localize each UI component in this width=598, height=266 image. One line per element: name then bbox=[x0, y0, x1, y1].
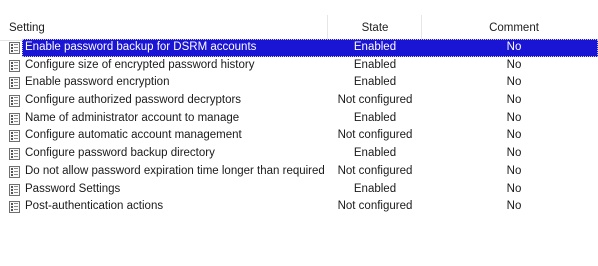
policy-settings-list: Enable password backup for DSRM accounts… bbox=[0, 39, 598, 216]
policy-setting-icon bbox=[9, 148, 20, 161]
setting-comment: No bbox=[506, 147, 522, 160]
top-strip bbox=[0, 0, 598, 15]
column-header-bar: Setting State Comment bbox=[0, 15, 598, 41]
setting-comment: No bbox=[506, 129, 522, 142]
table-row[interactable]: Configure password backup directory Enab… bbox=[0, 145, 598, 163]
table-row[interactable]: Configure authorized password decryptors… bbox=[0, 92, 598, 110]
table-row[interactable]: Enable password backup for DSRM accounts… bbox=[0, 39, 598, 57]
policy-setting-icon bbox=[9, 183, 20, 196]
setting-comment: No bbox=[506, 164, 522, 177]
policy-setting-icon bbox=[9, 42, 20, 54]
setting-name: Configure authorized password decryptors bbox=[25, 94, 242, 107]
setting-comment: No bbox=[506, 58, 522, 71]
table-row[interactable]: Password Settings Enabled No bbox=[0, 181, 598, 199]
column-header-comment[interactable]: Comment bbox=[422, 15, 598, 40]
setting-comment: No bbox=[506, 200, 522, 213]
table-row[interactable]: Post-authentication actions Not configur… bbox=[0, 198, 598, 216]
setting-comment: No bbox=[506, 111, 522, 124]
column-header-setting[interactable]: Setting bbox=[9, 15, 45, 40]
table-row[interactable]: Configure size of encrypted password his… bbox=[0, 57, 598, 75]
setting-name: Do not allow password expiration time lo… bbox=[25, 164, 327, 177]
policy-setting-icon bbox=[9, 112, 20, 125]
setting-name: Password Settings bbox=[25, 182, 121, 195]
setting-comment: No bbox=[506, 76, 522, 89]
setting-state: Not configured bbox=[337, 129, 413, 142]
setting-name: Name of administrator account to manage bbox=[25, 111, 240, 124]
policy-setting-icon bbox=[9, 165, 20, 178]
policy-setting-icon bbox=[9, 59, 20, 72]
table-row[interactable]: Enable password encryption Enabled No bbox=[0, 74, 598, 92]
setting-state: Not configured bbox=[337, 94, 413, 107]
setting-comment: No bbox=[506, 41, 522, 53]
setting-state: Enabled bbox=[353, 76, 397, 89]
table-row[interactable]: Name of administrator account to manage … bbox=[0, 110, 598, 128]
setting-comment: No bbox=[506, 182, 522, 195]
setting-state: Not configured bbox=[337, 200, 413, 213]
setting-state: Not configured bbox=[337, 164, 413, 177]
setting-name: Post-authentication actions bbox=[25, 200, 164, 213]
policy-setting-icon bbox=[9, 201, 20, 214]
policy-setting-icon bbox=[9, 77, 20, 90]
setting-state: Enabled bbox=[353, 41, 397, 53]
setting-name: Enable password encryption bbox=[25, 76, 170, 89]
setting-state: Enabled bbox=[353, 111, 397, 124]
table-row[interactable]: Configure automatic account management N… bbox=[0, 127, 598, 145]
setting-name: Configure automatic account management bbox=[25, 129, 242, 142]
setting-name: Configure size of encrypted password his… bbox=[25, 58, 255, 71]
policy-setting-icon bbox=[9, 130, 20, 143]
policy-setting-icon bbox=[9, 95, 20, 108]
setting-name: Enable password backup for DSRM accounts bbox=[25, 41, 257, 53]
setting-state: Enabled bbox=[353, 58, 397, 71]
setting-state: Enabled bbox=[353, 147, 397, 160]
column-header-state[interactable]: State bbox=[328, 15, 422, 40]
setting-state: Enabled bbox=[353, 182, 397, 195]
setting-comment: No bbox=[506, 94, 522, 107]
setting-name: Configure password backup directory bbox=[25, 147, 215, 160]
table-row[interactable]: Do not allow password expiration time lo… bbox=[0, 163, 598, 181]
